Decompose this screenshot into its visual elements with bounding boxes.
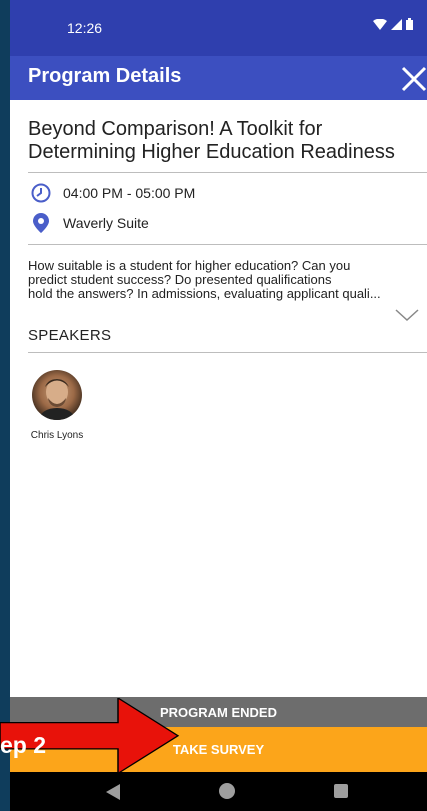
- location-pin-icon: [30, 213, 52, 233]
- app-screen: 12:26 Program Details Beyond Comparison!…: [10, 0, 427, 811]
- divider: [28, 172, 427, 173]
- page-title: Program Details: [28, 65, 182, 87]
- home-icon[interactable]: [219, 783, 235, 799]
- battery-icon: [406, 18, 413, 30]
- wifi-icon: [373, 18, 387, 30]
- recent-apps-icon[interactable]: [334, 784, 348, 798]
- chevron-down-icon[interactable]: [395, 308, 419, 322]
- divider: [28, 352, 427, 353]
- signal-icon: [391, 18, 402, 30]
- app-bar: Program Details: [10, 56, 427, 100]
- avatar: [32, 370, 82, 420]
- divider: [28, 244, 427, 245]
- program-location: Waverly Suite: [63, 215, 149, 231]
- close-icon[interactable]: [395, 62, 427, 94]
- clock-icon: [30, 183, 52, 203]
- time-row: 04:00 PM - 05:00 PM: [30, 178, 427, 208]
- status-icons: [373, 18, 413, 30]
- program-title: Beyond Comparison! A Toolkit for Determi…: [28, 118, 395, 163]
- speaker-card[interactable]: Chris Lyons: [24, 370, 90, 441]
- status-time: 12:26: [67, 20, 103, 36]
- speaker-name: Chris Lyons: [30, 430, 84, 441]
- speakers-heading: SPEAKERS: [28, 327, 112, 344]
- expand-row: [10, 301, 427, 323]
- status-bar: 12:26: [10, 0, 427, 56]
- program-time: 04:00 PM - 05:00 PM: [63, 185, 196, 201]
- program-details: Beyond Comparison! A Toolkit for Determi…: [10, 100, 427, 441]
- location-row: Waverly Suite: [30, 208, 427, 238]
- program-description[interactable]: How suitable is a student for higher edu…: [28, 259, 417, 301]
- step-label: ep 2: [0, 732, 47, 758]
- back-icon[interactable]: [106, 784, 120, 800]
